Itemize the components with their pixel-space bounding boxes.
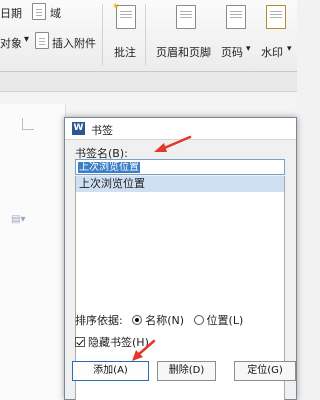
ribbon-divider [102,4,103,66]
domain-icon [32,3,46,20]
list-item[interactable]: 上次浏览位置 [76,176,284,192]
locate-button[interactable]: 定位(G) [234,361,296,381]
document-page[interactable]: ▤▾ [0,104,66,400]
add-button[interactable]: 添加(A) [72,361,149,381]
sort-by-name-label[interactable]: 名称(N) [145,314,184,327]
header-footer-icon [176,5,196,29]
sort-label: 排序依据: [75,314,123,327]
sort-options: 排序依据: 名称(N) 位置(L) [75,312,243,328]
hidden-bookmarks-checkbox[interactable] [75,337,85,347]
chevron-down-icon[interactable]: ▾ [287,44,292,54]
watermark-icon [266,5,286,29]
sort-by-position-label[interactable]: 位置(L) [207,314,244,327]
annotation-star-icon: ✶ [112,2,120,12]
dialog-title: 书签 [91,124,113,137]
chevron-down-icon[interactable]: ▾ [246,44,251,54]
chevron-down-icon[interactable]: ▾ [24,34,29,45]
ribbon-subbar [0,72,297,92]
page-number-icon [226,5,246,29]
sort-by-name-radio[interactable] [132,315,143,325]
date-button[interactable]: 日期 [0,5,22,21]
wps-logo-icon: W [72,122,85,135]
delete-button[interactable]: 删除(D) [157,361,216,381]
annotation-button[interactable]: 批注 [114,44,136,60]
bookmark-name-input[interactable]: 上次浏览位置 [75,159,285,175]
sort-by-position-radio[interactable] [193,315,204,325]
annotation-arrow-icon [154,135,192,152]
header-footer-button[interactable]: 页眉和页脚 [156,44,211,60]
attachment-icon [35,32,49,49]
bookmark-dialog: W 书签 书签名(B): 上次浏览位置 上次浏览位置 排序依据: 名称(N) 位… [64,117,297,400]
bookmark-name-value: 上次浏览位置 [78,162,140,173]
domain-button[interactable]: 域 [50,5,61,21]
insert-attachment-button[interactable]: 插入附件 [52,35,96,51]
watermark-button[interactable]: 水印 [261,44,283,60]
paste-options-icon[interactable]: ▤▾ [11,214,25,225]
ribbon-divider [145,4,146,66]
object-button[interactable]: 对象 [0,35,22,51]
page-number-button[interactable]: 页码 [221,44,243,60]
ribbon-toolbar: 日期 域 对象 ▾ 插入附件 ✶ 批注 页眉和页脚 页码 ▾ 水印 ▾ [0,0,297,72]
annotation-arrow-icon [132,339,156,361]
page-corner-mark [22,118,34,130]
